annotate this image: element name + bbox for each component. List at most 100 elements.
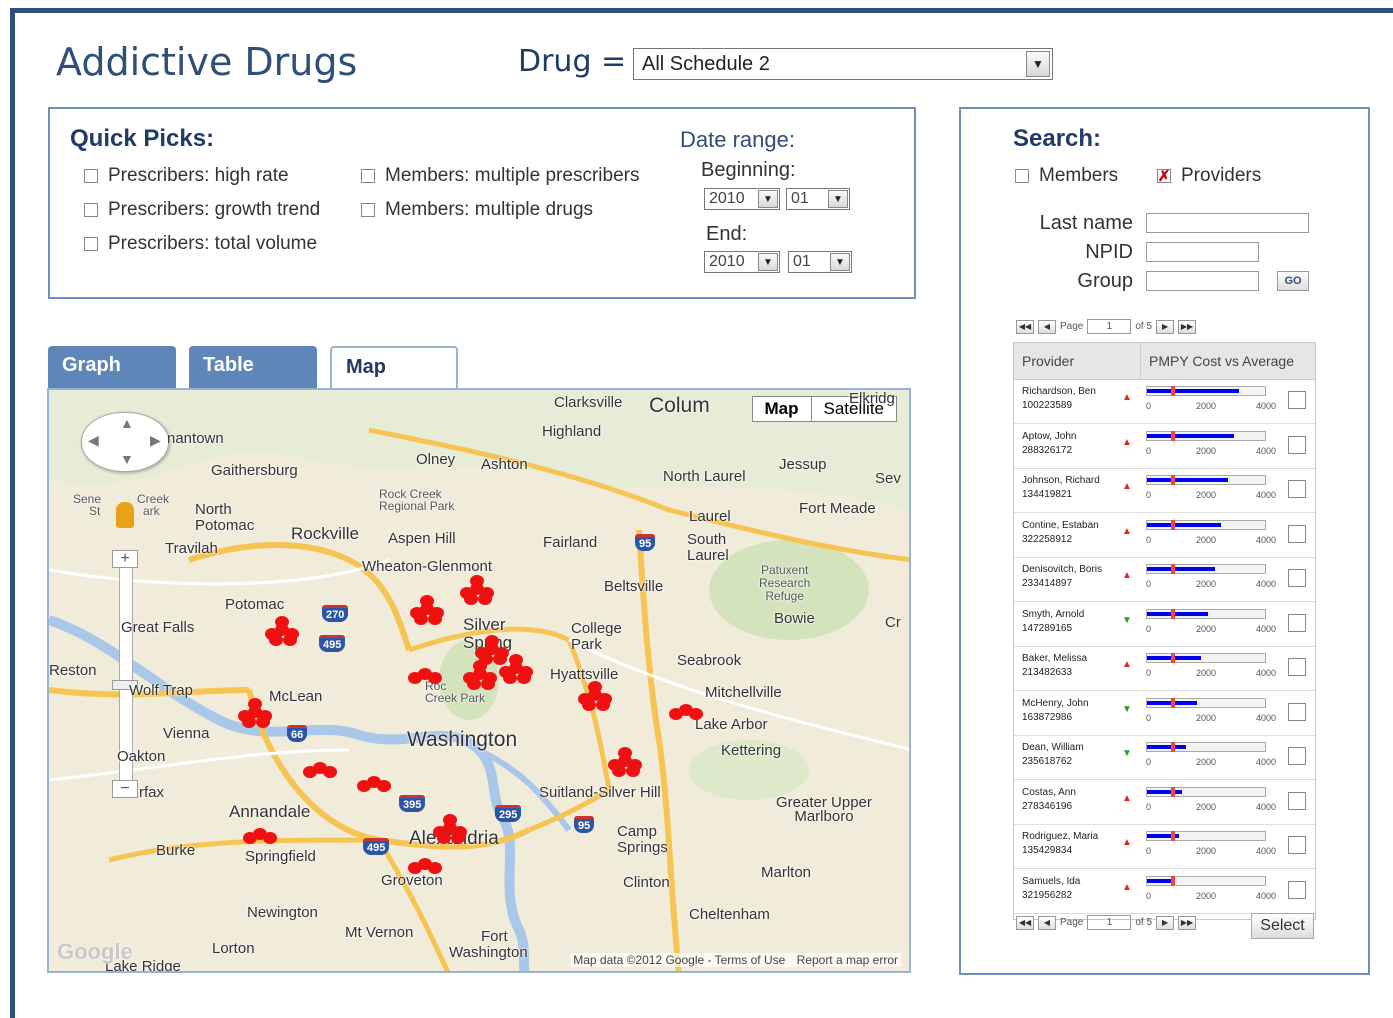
map-marker[interactable] <box>470 575 484 587</box>
map-marker[interactable] <box>689 708 703 720</box>
street-view-pegman-icon[interactable] <box>116 502 134 528</box>
map-marker[interactable] <box>509 654 523 666</box>
map-marker[interactable] <box>467 678 481 690</box>
map-marker[interactable] <box>242 716 256 728</box>
pan-down-icon[interactable]: ▼ <box>120 451 134 467</box>
first-page-icon[interactable]: ◀◀ <box>1016 319 1034 334</box>
map-marker[interactable] <box>451 832 465 844</box>
map-marker[interactable] <box>596 699 610 711</box>
map-marker[interactable] <box>357 780 371 792</box>
row-checkbox[interactable] <box>1288 524 1306 543</box>
row-checkbox[interactable] <box>1288 658 1306 676</box>
checkbox[interactable] <box>361 203 375 217</box>
quick-pick-prescribers-total-volume[interactable]: Prescribers: total volume <box>84 233 317 255</box>
map-marker[interactable] <box>626 765 640 777</box>
map-marker[interactable] <box>473 660 487 672</box>
quick-pick-members-multiple-prescribers[interactable]: Members: multiple prescribers <box>361 165 639 187</box>
npid-input[interactable] <box>1146 242 1259 262</box>
tab-graph[interactable]: Graph <box>48 346 176 388</box>
map-marker[interactable] <box>269 634 283 646</box>
map-marker[interactable] <box>485 635 499 647</box>
end-year-select[interactable]: 2010 ▼ <box>704 251 780 273</box>
beginning-month-select[interactable]: 01 ▼ <box>786 188 850 210</box>
row-checkbox[interactable] <box>1288 569 1306 587</box>
checkbox[interactable] <box>84 203 98 217</box>
chevron-down-icon[interactable]: ▼ <box>758 253 778 271</box>
table-row[interactable]: Johnson, Richard 134419821 ▲ 0 2000 4000 <box>1014 468 1315 513</box>
table-row[interactable]: Baker, Melissa 213482633 ▲ 0 2000 4000 <box>1014 646 1315 691</box>
map-marker[interactable] <box>493 653 507 665</box>
table-row[interactable]: Costas, Ann 278346196 ▲ 0 2000 4000 <box>1014 780 1315 825</box>
pan-up-icon[interactable]: ▲ <box>120 415 134 431</box>
map-marker[interactable] <box>414 613 428 625</box>
chevron-down-icon[interactable]: ▼ <box>1026 51 1050 77</box>
last-page-icon[interactable]: ▶▶ <box>1178 319 1197 334</box>
pan-left-icon[interactable]: ◀ <box>88 432 99 449</box>
map-marker[interactable] <box>437 832 451 844</box>
map-marker[interactable] <box>256 716 270 728</box>
members-checkbox[interactable] <box>1015 169 1029 183</box>
tab-table[interactable]: Table <box>189 346 317 388</box>
row-checkbox[interactable] <box>1288 480 1306 498</box>
map-marker[interactable] <box>428 862 442 874</box>
map-data-attribution[interactable]: Map data ©2012 Google - Terms of Use <box>573 953 785 967</box>
zoom-out-button[interactable]: − <box>112 780 138 798</box>
map-marker[interactable] <box>503 672 517 684</box>
map-type-map-button[interactable]: Map <box>753 397 812 421</box>
map-marker[interactable] <box>408 862 422 874</box>
col-cost-header[interactable]: PMPY Cost vs Average <box>1141 343 1294 379</box>
beginning-year-select[interactable]: 2010 ▼ <box>704 188 780 210</box>
map-marker[interactable] <box>481 678 495 690</box>
map-marker[interactable] <box>618 747 632 759</box>
row-checkbox[interactable] <box>1288 435 1306 454</box>
table-row[interactable]: Contine, Estaban 322258912 ▲ 0 2000 4000 <box>1014 513 1315 558</box>
row-checkbox[interactable] <box>1288 836 1306 854</box>
chevron-down-icon[interactable]: ▼ <box>828 190 848 208</box>
col-provider-header[interactable]: Provider <box>1014 343 1141 379</box>
map-marker[interactable] <box>243 832 257 844</box>
map-marker[interactable] <box>428 672 442 684</box>
map-marker[interactable] <box>443 814 457 826</box>
drug-select[interactable]: All Schedule 2 ▼ <box>633 48 1053 80</box>
map-marker[interactable] <box>428 613 442 625</box>
row-checkbox[interactable] <box>1288 613 1306 632</box>
select-button[interactable]: Select <box>1251 913 1314 939</box>
map-marker[interactable] <box>612 765 626 777</box>
map-marker[interactable] <box>275 616 289 628</box>
pan-right-icon[interactable]: ▶ <box>150 432 161 449</box>
table-row[interactable]: Denisovitch, Boris 233414897 ▲ 0 2000 4000 <box>1014 557 1315 602</box>
row-checkbox[interactable] <box>1288 702 1306 721</box>
checkbox[interactable] <box>84 237 98 251</box>
quick-pick-members-multiple-drugs[interactable]: Members: multiple drugs <box>361 199 593 221</box>
search-providers-option[interactable]: ✗ Providers <box>1157 165 1261 187</box>
pan-control[interactable]: ▲ ▼ ◀ ▶ <box>81 412 169 472</box>
table-row[interactable]: Rodriguez, Maria 135429834 ▲ 0 2000 4000 <box>1014 824 1315 869</box>
zoom-in-button[interactable]: + <box>112 550 138 568</box>
map-marker[interactable] <box>588 681 602 693</box>
chevron-down-icon[interactable]: ▼ <box>758 190 778 208</box>
map-marker[interactable] <box>478 593 492 605</box>
prev-page-icon[interactable]: ◀ <box>1038 915 1056 930</box>
table-row[interactable]: Richardson, Ben 100223589 ▲ 0 2000 4000 <box>1014 379 1315 424</box>
providers-checkbox[interactable]: ✗ <box>1157 168 1171 185</box>
checkbox[interactable] <box>84 169 98 183</box>
chevron-down-icon[interactable]: ▼ <box>830 253 850 271</box>
group-input[interactable] <box>1146 271 1259 291</box>
map-marker[interactable] <box>263 832 277 844</box>
last-name-input[interactable] <box>1146 213 1309 233</box>
map-marker[interactable] <box>464 593 478 605</box>
search-members-option[interactable]: Members <box>1015 165 1118 187</box>
table-row[interactable]: Aptow, John 288326172 ▲ 0 2000 4000 <box>1014 424 1315 469</box>
map-marker[interactable] <box>303 766 317 778</box>
quick-pick-prescribers-high-rate[interactable]: Prescribers: high rate <box>84 165 289 187</box>
next-page-icon[interactable]: ▶ <box>1156 915 1175 930</box>
map-marker[interactable] <box>248 698 262 710</box>
map-marker[interactable] <box>582 699 596 711</box>
table-row[interactable]: Samuels, Ida 321956282 ▲ 0 2000 4000 <box>1014 869 1315 914</box>
map-marker[interactable] <box>408 672 422 684</box>
next-page-icon[interactable]: ▶ <box>1156 319 1175 334</box>
row-checkbox[interactable] <box>1288 391 1306 409</box>
table-row[interactable]: Dean, William 235618762 ▼ 0 2000 4000 <box>1014 735 1315 780</box>
map-marker[interactable] <box>377 780 391 792</box>
table-row[interactable]: McHenry, John 163872986 ▼ 0 2000 4000 <box>1014 691 1315 736</box>
